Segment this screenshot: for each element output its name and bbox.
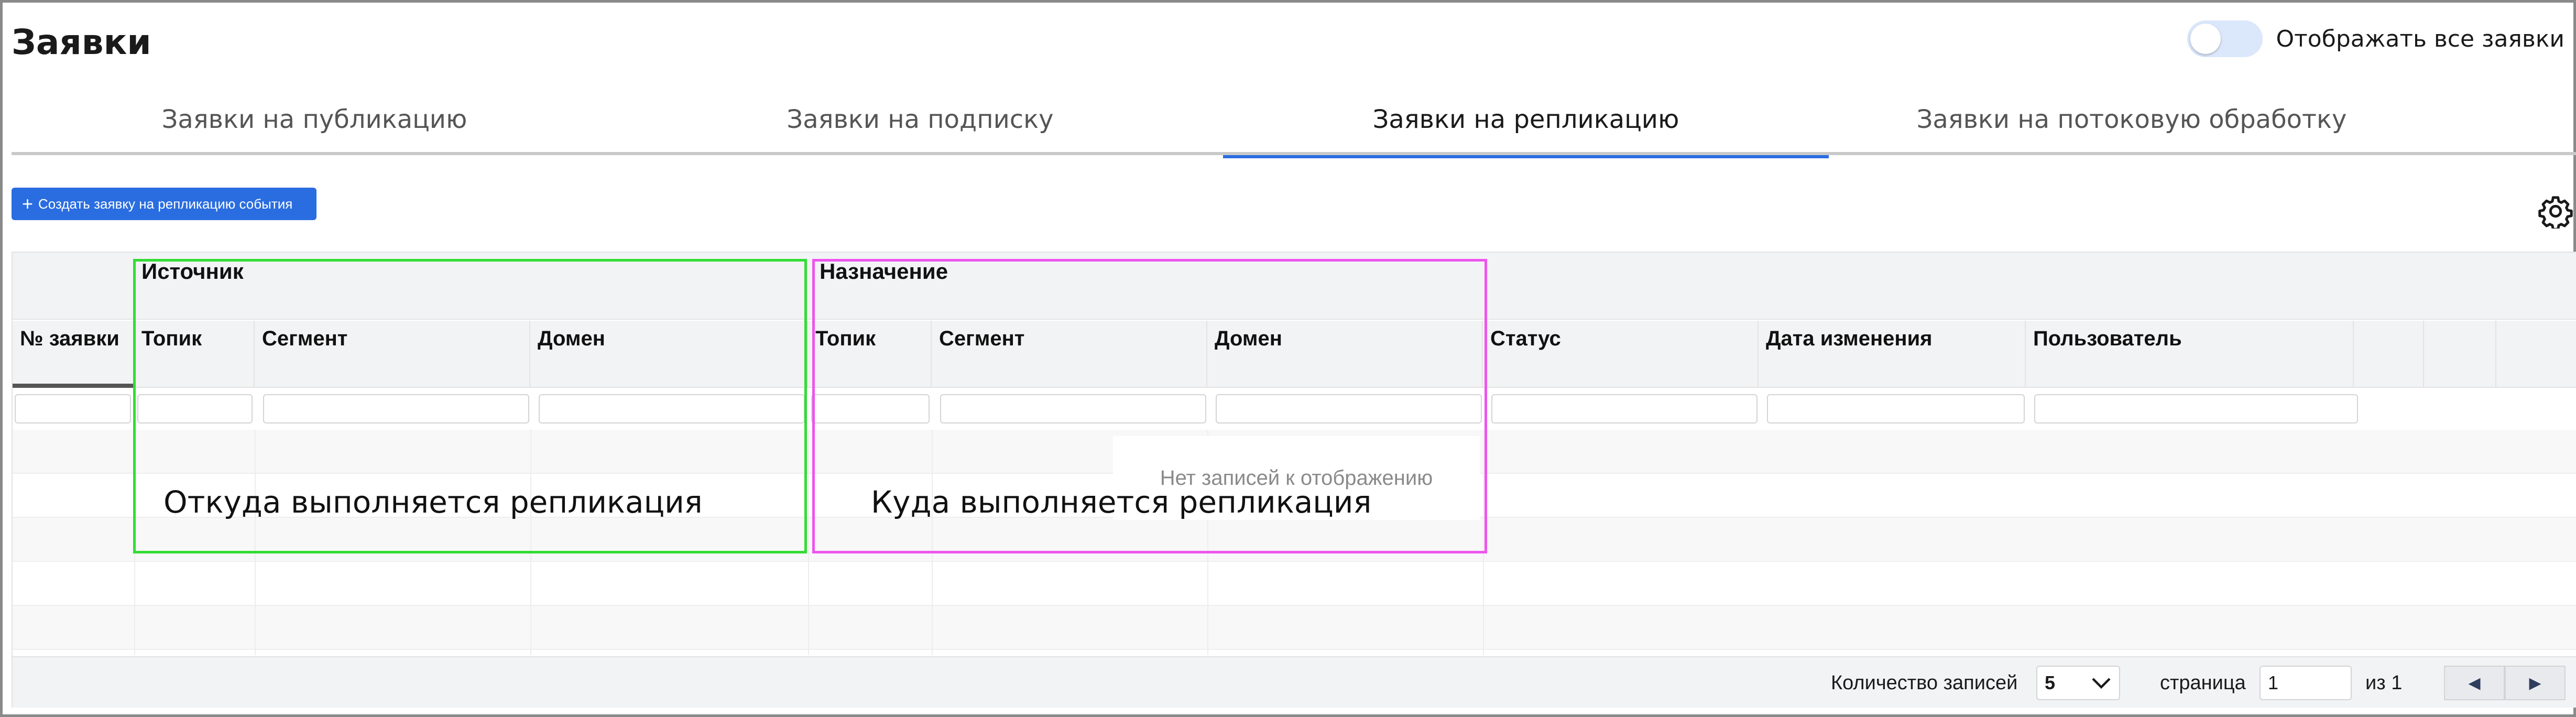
filter-src-domain-input[interactable]: [539, 394, 805, 423]
column-header-row: № заявки Топик Сегмент Домен Топик Сегме…: [13, 321, 2576, 388]
group-destination: Назначение: [820, 259, 948, 284]
requests-grid: Источник Назначение № заявки Топик Сегме…: [12, 252, 2576, 708]
col-dst-topic[interactable]: Топик: [808, 321, 932, 388]
pager: Количество записей 5 страница 1 из 1 ◀ ▶: [13, 656, 2576, 708]
col-src-segment[interactable]: Сегмент: [255, 321, 530, 388]
page-number-input[interactable]: 1: [2260, 666, 2352, 700]
tab-replication[interactable]: Заявки на репликацию: [1223, 84, 1829, 158]
filter-user-input[interactable]: [2034, 394, 2358, 423]
column-divider: [530, 430, 531, 655]
gear-icon[interactable]: [2538, 194, 2573, 229]
column-divider: [255, 430, 256, 655]
page-total-label: из 1: [2365, 671, 2403, 694]
filter-changed-input[interactable]: [1767, 394, 2025, 423]
column-divider: [134, 430, 135, 655]
records-count-select[interactable]: 5: [2036, 666, 2120, 700]
tab-subscription[interactable]: Заявки на подписку: [617, 84, 1223, 155]
column-divider: [808, 430, 809, 655]
col-src-topic[interactable]: Топик: [134, 321, 255, 388]
col-changed[interactable]: Дата изменения: [1759, 321, 2026, 388]
tab-stream-processing[interactable]: Заявки на потоковую обработку: [1829, 84, 2435, 155]
tab-publication[interactable]: Заявки на публикацию: [12, 84, 617, 155]
col-extra-2: [2424, 321, 2496, 388]
filter-row: [13, 388, 2576, 430]
col-dst-segment[interactable]: Сегмент: [932, 321, 1207, 388]
show-all-toggle[interactable]: [2187, 20, 2263, 57]
prev-page-button[interactable]: ◀: [2444, 666, 2505, 700]
page-title: Заявки: [12, 22, 151, 62]
next-page-button[interactable]: ▶: [2505, 666, 2566, 700]
toggle-knob: [2190, 24, 2221, 54]
records-count-value: 5: [2045, 672, 2056, 693]
col-extra-1: [2354, 321, 2424, 388]
filter-dst-topic-input[interactable]: [811, 394, 930, 423]
filter-status-input[interactable]: [1491, 394, 1758, 423]
annotation-source-text: Откуда выполняется репликация: [163, 484, 703, 520]
plus-icon: +: [22, 193, 34, 214]
create-replication-request-button[interactable]: + Создать заявку на репликацию события: [12, 188, 316, 220]
page-label: страница: [2160, 671, 2246, 694]
col-user[interactable]: Пользователь: [2026, 321, 2354, 388]
col-number[interactable]: № заявки: [13, 321, 134, 388]
create-button-label: Создать заявку на репликацию события: [38, 195, 293, 212]
table-row: [13, 518, 2576, 562]
records-count-label: Количество записей: [1831, 671, 2018, 694]
filter-src-segment-input[interactable]: [263, 394, 529, 423]
show-all-label: Отображать все заявки: [2276, 25, 2564, 52]
show-all-toggle-group[interactable]: Отображать все заявки: [2187, 19, 2564, 59]
filter-dst-domain-input[interactable]: [1216, 394, 1482, 423]
group-source: Источник: [141, 259, 244, 284]
annotation-destination-text: Куда выполняется репликация: [871, 484, 1372, 520]
filter-dst-segment-input[interactable]: [940, 394, 1206, 423]
col-dst-domain[interactable]: Домен: [1207, 321, 1483, 388]
column-divider: [932, 430, 933, 655]
filter-src-topic-input[interactable]: [137, 394, 253, 423]
col-src-domain[interactable]: Домен: [530, 321, 808, 388]
group-header-row: Источник Назначение: [13, 253, 2576, 320]
column-divider: [1483, 430, 1484, 655]
table-row: [13, 562, 2576, 606]
table-row: [13, 606, 2576, 650]
col-status[interactable]: Статус: [1483, 321, 1759, 388]
filter-number-input[interactable]: [15, 394, 131, 423]
chevron-down-icon: [2092, 678, 2111, 689]
tab-bar: Заявки на публикацию Заявки на подписку …: [12, 84, 2576, 158]
